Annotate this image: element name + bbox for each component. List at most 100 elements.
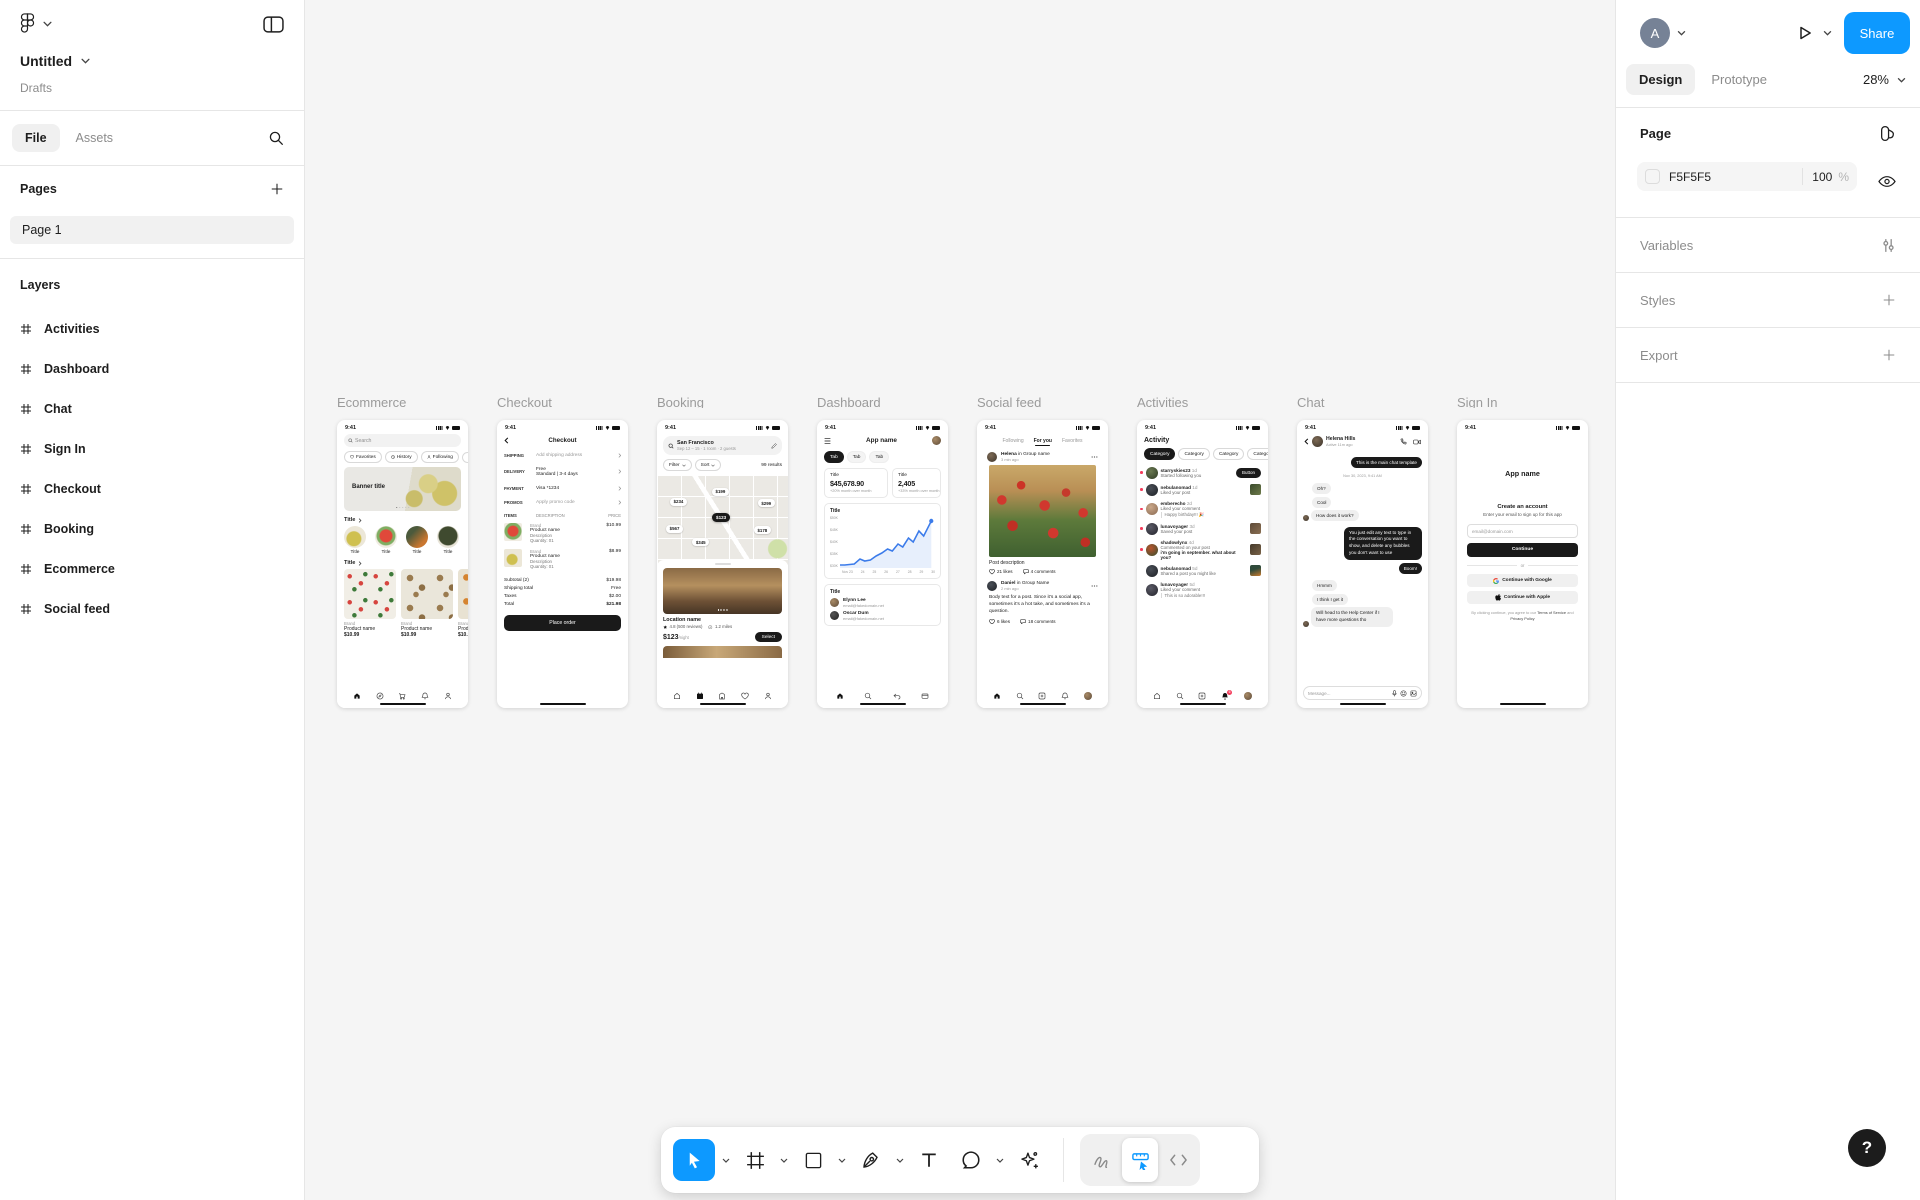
present-icon[interactable] — [1797, 25, 1813, 41]
booking-search-bar: San Francisco Sep 12 – 15 · 1 room · 2 g… — [663, 436, 782, 455]
tab-prototype[interactable]: Prototype — [1711, 72, 1767, 87]
measure-cursor-icon — [1131, 1151, 1150, 1170]
layer-item-ecommerce[interactable]: Ecommerce — [0, 549, 304, 589]
frame-signin[interactable]: 9:41 App name Create an account Enter yo… — [1457, 420, 1588, 708]
visibility-eye-icon[interactable] — [1878, 175, 1896, 188]
frame-label-dashboard[interactable]: Dashboard — [817, 395, 948, 408]
color-hex-value[interactable]: F5F5F5 — [1669, 170, 1802, 184]
tab-assets[interactable]: Assets — [76, 131, 114, 145]
chat-bubble-sent: This is the main chat template — [1351, 457, 1422, 468]
dev-mode-tool[interactable] — [1160, 1138, 1196, 1182]
cursor-icon — [685, 1151, 704, 1170]
results-count: 99 results — [761, 463, 782, 468]
frame-chat[interactable]: 9:41 Helena HillsActive 11m ago This is … — [1297, 420, 1428, 708]
file-title-chevron-icon[interactable] — [81, 58, 90, 64]
shape-tool-chevron-icon[interactable] — [837, 1158, 847, 1163]
frame-booking[interactable]: 9:41 San Francisco Sep 12 – 15 · 1 room … — [657, 420, 788, 708]
select-button: Select — [755, 632, 782, 642]
result-card: Location name 4.8 (500 reviews) 1.2 mile… — [657, 560, 788, 658]
banner-image: Banner title — [344, 467, 461, 511]
present-chevron-icon[interactable] — [1823, 30, 1832, 36]
frame-label-social[interactable]: Social feed — [977, 395, 1108, 408]
actions-tool[interactable] — [1011, 1139, 1047, 1181]
frame-social[interactable]: 9:41 Following For you Favorites Helena … — [977, 420, 1108, 708]
account-chevron-icon[interactable] — [1677, 30, 1686, 36]
frame-icon — [20, 563, 32, 575]
zoom-chevron-icon[interactable] — [1897, 77, 1906, 83]
move-tool[interactable] — [673, 1139, 715, 1181]
layer-item-socialfeed[interactable]: Social feed — [0, 589, 304, 629]
pen-tool[interactable] — [853, 1139, 889, 1181]
post-header: Helena in Group name 3 min ago — [987, 452, 1098, 462]
bell-icon — [1061, 692, 1069, 700]
comment-tool[interactable] — [953, 1139, 989, 1181]
toggle-sidebar-icon[interactable] — [263, 16, 284, 33]
chevron-down-icon[interactable] — [43, 21, 52, 27]
frame-icon — [20, 403, 32, 415]
emoji-icon — [1400, 690, 1407, 697]
frame-icon — [745, 1150, 766, 1171]
frame-label-checkout[interactable]: Checkout — [497, 395, 628, 408]
layer-item-booking[interactable]: Booking — [0, 509, 304, 549]
map: $199 $234 $299 $123 $567 $178 $345 — [657, 475, 788, 565]
file-title[interactable]: Untitled — [20, 53, 72, 69]
variables-icon[interactable] — [1881, 238, 1896, 253]
shape-tool[interactable] — [795, 1139, 831, 1181]
frame-label-chat[interactable]: Chat — [1297, 395, 1428, 408]
frame-ecommerce[interactable]: 9:41 Search Favorites History Following … — [337, 420, 468, 708]
layer-item-checkout[interactable]: Checkout — [0, 469, 304, 509]
color-swatch[interactable] — [1645, 169, 1660, 184]
post-photo-tulips — [989, 465, 1096, 557]
layer-item-activities[interactable]: Activities — [0, 309, 304, 349]
search-icon[interactable] — [268, 130, 284, 146]
apply-styles-icon[interactable] — [1879, 125, 1896, 142]
frame-tool-chevron-icon[interactable] — [779, 1158, 789, 1163]
comment-tool-chevron-icon[interactable] — [995, 1158, 1005, 1163]
activity-item: emberecho 2dLiked your commentHappy birt… — [1137, 498, 1268, 520]
chat-bubble-sent: You just edit any text to type in the co… — [1344, 527, 1422, 561]
stat-card: Title $45,678.90 +20% month over month — [824, 468, 888, 498]
page-color-row[interactable]: F5F5F5 100 % — [1637, 162, 1857, 191]
zoom-level[interactable]: 28% — [1863, 72, 1889, 87]
left-sidebar: Untitled Drafts File Assets Pages Page 1… — [0, 0, 305, 1200]
frame-label-ecommerce[interactable]: Ecommerce — [337, 395, 468, 408]
frame-checkout[interactable]: 9:41 Checkout SHIPPING Add shipping addr… — [497, 420, 628, 708]
move-tool-chevron-icon[interactable] — [721, 1158, 731, 1163]
add-page-icon[interactable] — [270, 182, 284, 196]
calendar-icon — [696, 692, 704, 700]
opacity-value[interactable]: 100 — [1812, 170, 1832, 184]
checkout-row-payment: PAYMENT Visa *1234 — [504, 481, 621, 495]
help-button[interactable]: ? — [1848, 1129, 1886, 1167]
tab-design[interactable]: Design — [1626, 64, 1695, 95]
activity-item: nebulanomad 5dShared a post you might li… — [1137, 562, 1268, 579]
layer-item-chat[interactable]: Chat — [0, 389, 304, 429]
user-avatar[interactable]: A — [1640, 18, 1670, 48]
map-pin: $234 — [670, 498, 687, 506]
layer-item-dashboard[interactable]: Dashboard — [0, 349, 304, 389]
layer-item-signin[interactable]: Sign In — [0, 429, 304, 469]
add-style-icon[interactable] — [1882, 293, 1896, 307]
pen-tool-chevron-icon[interactable] — [895, 1158, 905, 1163]
frame-label-signin[interactable]: Sign In — [1457, 395, 1588, 408]
frame-dashboard[interactable]: 9:41 App name Tab Tab Tab Title $45,678.… — [817, 420, 948, 708]
hotel-photo — [663, 568, 782, 614]
frame-label-booking[interactable]: Booking — [657, 395, 788, 408]
text-tool[interactable] — [911, 1139, 947, 1181]
post-thumbnail — [1250, 544, 1261, 555]
search-icon — [348, 438, 353, 443]
profile-icon — [444, 692, 452, 700]
frame-activities[interactable]: 9:41 Activity Category Category Category… — [1137, 420, 1268, 708]
measure-tool-active[interactable] — [1122, 1138, 1158, 1182]
like-icon — [989, 569, 995, 575]
add-export-icon[interactable] — [1882, 348, 1896, 362]
figma-logo-icon[interactable] — [20, 13, 35, 35]
chip-following: Following — [421, 451, 459, 463]
share-button[interactable]: Share — [1844, 12, 1910, 54]
page-item-page1[interactable]: Page 1 — [10, 216, 294, 244]
frame-tool[interactable] — [737, 1139, 773, 1181]
search-icon — [1176, 692, 1184, 700]
annotate-tool[interactable] — [1084, 1138, 1120, 1182]
design-canvas[interactable]: Ecommerce 9:41 Search Favorites History … — [305, 0, 1615, 1200]
frame-label-activities[interactable]: Activities — [1137, 395, 1268, 408]
tab-file[interactable]: File — [12, 124, 60, 152]
